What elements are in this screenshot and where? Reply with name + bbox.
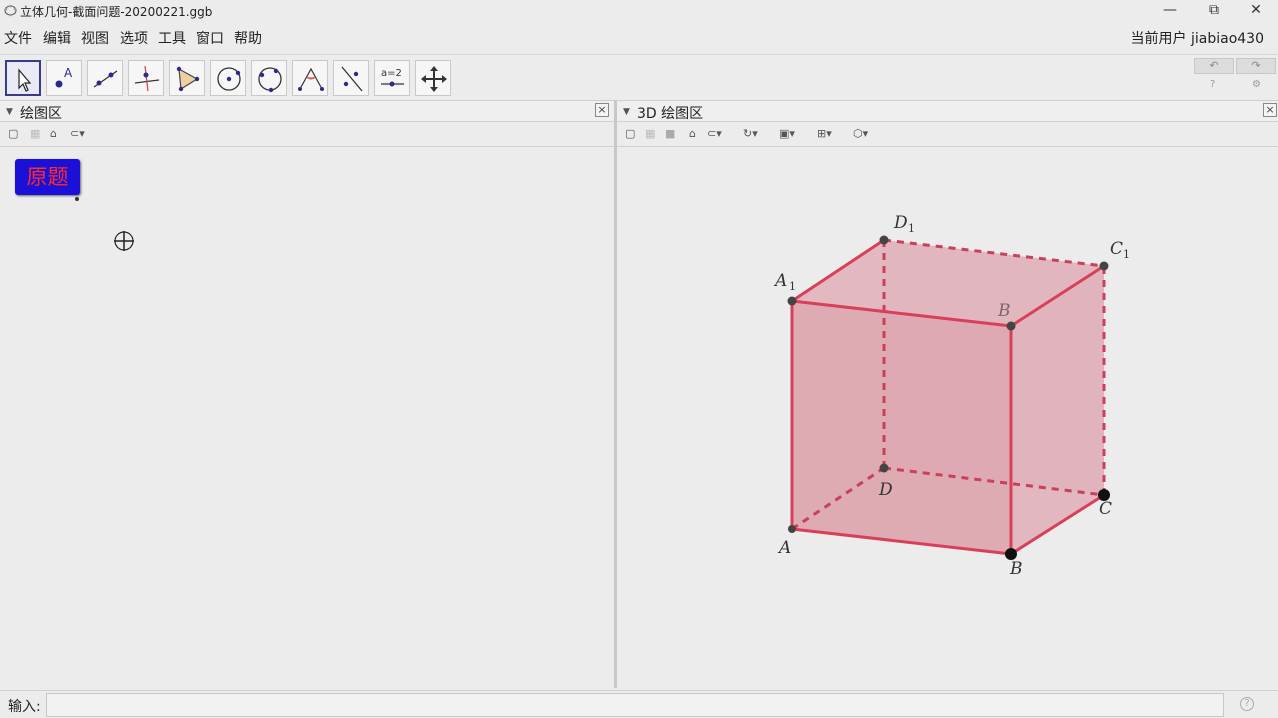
window-title: 立体几何-截面问题-20200221.ggb — [20, 5, 213, 19]
point-D[interactable] — [879, 463, 889, 473]
circle-center-icon — [217, 67, 241, 91]
projection-icon[interactable]: ⬡▾ — [853, 127, 868, 140]
polygon-tool-button[interactable] — [169, 60, 205, 96]
label-A: A — [777, 538, 791, 558]
graphics-panel-close-icon[interactable]: × — [595, 103, 609, 117]
grid-toggle-icon[interactable]: ▦ — [645, 127, 655, 140]
angle-icon — [298, 67, 324, 91]
input-bar: 输入: ? — [0, 690, 1278, 718]
label-A1-subscript: 1 — [789, 280, 796, 293]
svg-text:a=2: a=2 — [381, 68, 402, 79]
label-C1-subscript: 1 — [1123, 248, 1130, 261]
perpendicular-line-icon — [134, 65, 160, 92]
graphics-panel-title: 绘图区 — [20, 106, 62, 122]
graphics-style-bar: ▢ ▦ ⌂ ⊂▾ — [0, 123, 614, 147]
collapse-triangle-icon[interactable]: ▼ — [6, 107, 13, 117]
help-small-icon[interactable]: ? — [1210, 79, 1215, 90]
view3d-panel-header: ▼ 3D 绘图区 × — [617, 100, 1278, 122]
home-icon[interactable]: ⌂ — [50, 127, 57, 140]
grid-toggle-icon[interactable]: ▦ — [30, 127, 40, 140]
input-label: 输入: — [8, 699, 41, 715]
label-D1-subscript: 1 — [908, 222, 915, 235]
menu-help[interactable]: 帮助 — [234, 28, 262, 48]
axes-toggle-icon[interactable]: ▢ — [625, 127, 635, 140]
line-tool-button[interactable] — [87, 60, 123, 96]
point-B1[interactable] — [1006, 321, 1016, 331]
restore-button[interactable]: ⧉ — [1192, 0, 1236, 22]
face-back — [884, 240, 1104, 495]
reflect-tool-button[interactable] — [333, 60, 369, 96]
toolbar: A a=2 ↶ ↷ ? ⚙ — [0, 54, 1278, 100]
move-graphics-view-icon — [421, 66, 447, 92]
command-input[interactable] — [46, 693, 1224, 717]
view3d-area[interactable]: A B C D A 1 B D 1 C 1 — [617, 148, 1278, 688]
undo-button[interactable]: ↶ — [1194, 58, 1234, 74]
menu-file[interactable]: 文件 — [4, 28, 32, 48]
view3d-panel-title: 3D 绘图区 — [637, 106, 704, 122]
input-help-icon[interactable]: ? — [1240, 697, 1254, 711]
settings-small-icon[interactable]: ⚙ — [1252, 79, 1261, 90]
close-button[interactable]: ✕ — [1234, 0, 1278, 22]
menu-tools[interactable]: 工具 — [158, 28, 186, 48]
reflect-line-icon — [341, 66, 363, 92]
minimize-button[interactable]: — — [1148, 0, 1192, 22]
title-bar: 立体几何-截面问题-20200221.ggb — ⧉ ✕ — [0, 0, 1278, 22]
circle-3pt-tool-button[interactable] — [251, 60, 287, 96]
label-A1: A — [773, 271, 787, 291]
geogebra-app-icon — [4, 4, 17, 17]
current-user-label[interactable]: 当前用户 jiabiao430 — [1131, 28, 1264, 48]
label-B1: B — [997, 301, 1011, 321]
arrow-cursor-icon — [18, 68, 32, 92]
menu-edit[interactable]: 编辑 — [43, 28, 71, 48]
menu-bar: 文件 编辑 视图 选项 工具 窗口 帮助 当前用户 jiabiao430 — [0, 24, 1278, 50]
collapse-triangle-icon[interactable]: ▼ — [623, 107, 630, 117]
view3d-style-bar: ▢ ▦ ■ ⌂ ⊂▾ ↻▾ ▣▾ ⊞▾ ⬡▾ — [617, 123, 1278, 147]
line-icon — [93, 70, 118, 88]
home-icon[interactable]: ⌂ — [689, 127, 696, 140]
menu-view[interactable]: 视图 — [81, 28, 109, 48]
cube-drawing: A B C D A 1 B D 1 C 1 — [773, 213, 1130, 579]
svg-text:A: A — [64, 66, 73, 80]
perpendicular-tool-button[interactable] — [128, 60, 164, 96]
view-direction-icon[interactable]: ⊞▾ — [817, 127, 832, 140]
original-problem-button[interactable]: 原题 — [15, 159, 80, 195]
point-capture-icon[interactable]: ⊂▾ — [707, 127, 722, 140]
button-anchor-point — [75, 197, 79, 201]
graphics-panel-header: ▼ 绘图区 × — [0, 100, 614, 122]
axes-toggle-icon[interactable]: ▢ — [8, 127, 18, 140]
circle-tool-button[interactable] — [210, 60, 246, 96]
point-tool-button[interactable]: A — [46, 60, 82, 96]
point-capture-icon[interactable]: ⊂▾ — [70, 127, 85, 140]
polygon-icon — [176, 66, 200, 92]
point-A[interactable] — [788, 525, 796, 533]
angle-tool-button[interactable] — [292, 60, 328, 96]
move-view-tool-button[interactable] — [415, 60, 451, 96]
label-C1: C — [1110, 239, 1123, 259]
point-C1[interactable] — [1099, 261, 1109, 271]
slider-tool-button[interactable]: a=2 — [374, 60, 410, 96]
move-tool-button[interactable] — [5, 60, 41, 96]
clipping-icon[interactable]: ▣▾ — [779, 127, 795, 140]
circle-three-points-icon — [258, 67, 282, 93]
label-C: C — [1099, 499, 1112, 519]
rotate-view-icon[interactable]: ↻▾ — [743, 127, 758, 140]
redo-button[interactable]: ↷ — [1236, 58, 1276, 74]
point-A1[interactable] — [787, 296, 797, 306]
graphics-view[interactable] — [0, 148, 614, 688]
crosshair-cursor-icon — [114, 231, 134, 251]
label-D1: D — [893, 213, 908, 233]
slider-icon: a=2 — [381, 68, 404, 87]
menu-window[interactable]: 窗口 — [196, 28, 224, 48]
point-icon: A — [55, 66, 73, 88]
point-D1[interactable] — [879, 235, 889, 245]
label-B: B — [1009, 559, 1023, 579]
menu-options[interactable]: 选项 — [120, 28, 148, 48]
label-D: D — [878, 480, 893, 500]
view3d-panel-close-icon[interactable]: × — [1263, 103, 1277, 117]
plane-toggle-icon[interactable]: ■ — [665, 127, 675, 140]
